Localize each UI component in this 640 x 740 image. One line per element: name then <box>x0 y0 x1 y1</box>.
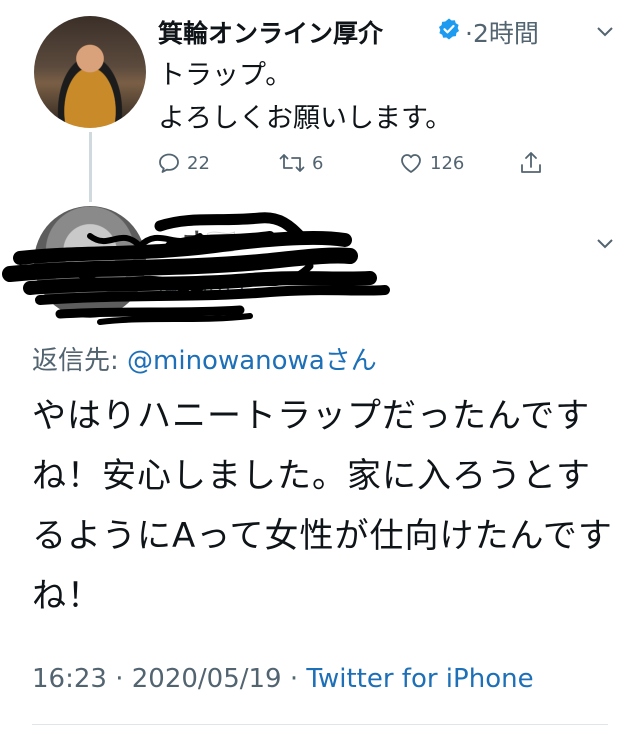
tweet-text-line: トラップ。 <box>158 60 293 91</box>
reply-count: 22 <box>187 152 210 174</box>
redaction-scribble <box>0 196 400 336</box>
divider <box>32 724 608 725</box>
tweet-source-link[interactable]: Twitter for iPhone <box>306 664 533 694</box>
like-count: 126 <box>430 152 465 174</box>
chevron-down-icon[interactable] <box>594 232 616 254</box>
tweet-time[interactable]: 16:23 <box>32 664 107 694</box>
reply-to-label: 返信先: <box>32 346 119 376</box>
tweet-meta: 16:23 · 2020/05/19 · Twitter for iPhone <box>32 664 534 694</box>
tweet-date[interactable]: 2020/05/19 <box>132 664 282 694</box>
heart-icon <box>398 151 424 175</box>
meta-separator: · <box>115 664 124 694</box>
chevron-down-icon[interactable] <box>594 20 616 42</box>
author-name[interactable]: 箕輪オンライン厚介 <box>158 14 383 50</box>
retweet-count: 6 <box>312 152 324 174</box>
retweet-button[interactable]: 6 <box>278 150 323 176</box>
reply-icon <box>157 151 181 175</box>
meta-separator: · <box>289 664 299 694</box>
like-button[interactable]: 126 <box>398 150 464 176</box>
tweet-timestamp[interactable]: ·2時間 <box>465 14 539 50</box>
verified-badge-icon <box>437 17 461 41</box>
reply-to-user-link[interactable]: @minowanowaさん <box>127 346 377 376</box>
share-button[interactable] <box>519 150 543 176</box>
reply-button[interactable]: 22 <box>157 150 210 176</box>
reply-text: やはりハニートラップだったんですね！安心しました。家に入ろうとするようにAって女… <box>32 396 613 616</box>
tweet-text: トラップ。 よろしくお願いします。 <box>158 54 452 140</box>
share-icon <box>519 150 543 176</box>
thread-connector-line <box>89 132 92 202</box>
author-avatar[interactable] <box>34 16 146 128</box>
retweet-icon <box>278 151 306 175</box>
tweet-text-line: よろしくお願いします。 <box>158 103 453 134</box>
reply-to-line: 返信先: @minowanowaさん <box>32 340 377 377</box>
